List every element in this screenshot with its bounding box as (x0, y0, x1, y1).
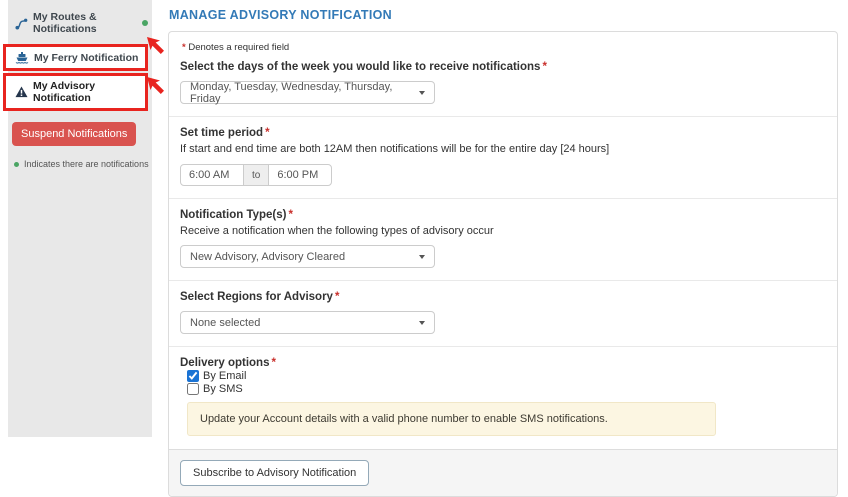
required-asterisk: * (286, 209, 292, 221)
notification-type-select[interactable]: New Advisory, Advisory Cleared (180, 245, 435, 268)
time-period-label: Set time period* (180, 127, 826, 139)
notifications-legend: Indicates there are notifications (14, 159, 152, 169)
sidebar-item-label: My Ferry Notification (34, 52, 138, 64)
regions-select[interactable]: None selected (180, 311, 435, 334)
by-email-checkbox[interactable] (187, 370, 199, 382)
sidebar-item-my-routes-notifications[interactable]: My Routes & Notifications (8, 4, 152, 42)
chevron-down-icon (419, 255, 425, 259)
required-asterisk: * (263, 127, 269, 139)
route-icon (15, 17, 28, 30)
required-field-note: * Denotes a required field (180, 42, 826, 53)
legend-dot (14, 162, 19, 167)
legend-label: Indicates there are notifications (24, 159, 149, 169)
regions-label: Select Regions for Advisory* (180, 291, 826, 303)
required-asterisk: * (180, 42, 186, 53)
advisory-notification-panel: * Denotes a required field Select the da… (168, 31, 838, 497)
section-notification-type: Notification Type(s)* Receive a notifica… (169, 198, 837, 280)
days-label: Select the days of the week you would li… (180, 61, 826, 73)
required-asterisk: * (333, 291, 339, 303)
time-range-group: to (180, 164, 826, 186)
annotation-arrow-ferry (146, 36, 166, 56)
section-days: * Denotes a required field Select the da… (169, 32, 837, 116)
by-sms-checkbox[interactable] (187, 383, 199, 395)
panel-footer: Subscribe to Advisory Notification (169, 449, 837, 496)
start-time-input[interactable] (180, 164, 244, 186)
sidebar-item-my-advisory-notification[interactable]: My Advisory Notification (3, 73, 148, 111)
sms-warning-alert: Update your Account details with a valid… (187, 402, 716, 436)
required-asterisk: * (540, 61, 546, 73)
end-time-input[interactable] (268, 164, 332, 186)
sidebar-item-label: My Routes & Notifications (33, 11, 137, 35)
chevron-down-icon (419, 91, 425, 95)
time-period-hint: If start and end time are both 12AM then… (180, 143, 826, 155)
suspend-notifications-button[interactable]: Suspend Notifications (12, 122, 136, 146)
required-note-text: Denotes a required field (188, 42, 289, 53)
notification-type-select-value: New Advisory, Advisory Cleared (190, 251, 345, 263)
sidebar-item-my-ferry-notification[interactable]: My Ferry Notification (3, 44, 148, 71)
chevron-down-icon (419, 321, 425, 325)
required-asterisk: * (269, 357, 275, 369)
days-select[interactable]: Monday, Tuesday, Wednesday, Thursday, Fr… (180, 81, 435, 104)
subscribe-button[interactable]: Subscribe to Advisory Notification (180, 460, 369, 486)
sidebar-item-label: My Advisory Notification (33, 80, 141, 104)
by-sms-option: By SMS (187, 383, 826, 395)
section-regions: Select Regions for Advisory* None select… (169, 280, 837, 346)
main-content: MANAGE ADVISORY NOTIFICATION * Denotes a… (168, 6, 838, 497)
page-title: MANAGE ADVISORY NOTIFICATION (169, 8, 838, 22)
notification-type-hint: Receive a notification when the followin… (180, 225, 826, 237)
notification-dot (142, 20, 148, 26)
notification-type-label: Notification Type(s)* (180, 209, 826, 221)
section-delivery-options: Delivery options* By Email By SMS Update… (169, 346, 837, 449)
delivery-options-label: Delivery options* (180, 357, 826, 369)
time-separator: to (243, 164, 269, 186)
by-sms-label[interactable]: By SMS (203, 383, 243, 395)
annotation-arrow-advisory (146, 76, 166, 96)
section-time-period: Set time period* If start and end time a… (169, 116, 837, 198)
ferry-icon (15, 51, 29, 64)
days-select-value: Monday, Tuesday, Wednesday, Thursday, Fr… (190, 81, 419, 105)
sidebar: My Routes & Notifications My Ferry Notif… (8, 0, 152, 437)
by-email-label[interactable]: By Email (203, 370, 246, 382)
warning-triangle-icon (15, 86, 28, 98)
by-email-option: By Email (187, 370, 826, 382)
regions-select-value: None selected (190, 317, 260, 329)
